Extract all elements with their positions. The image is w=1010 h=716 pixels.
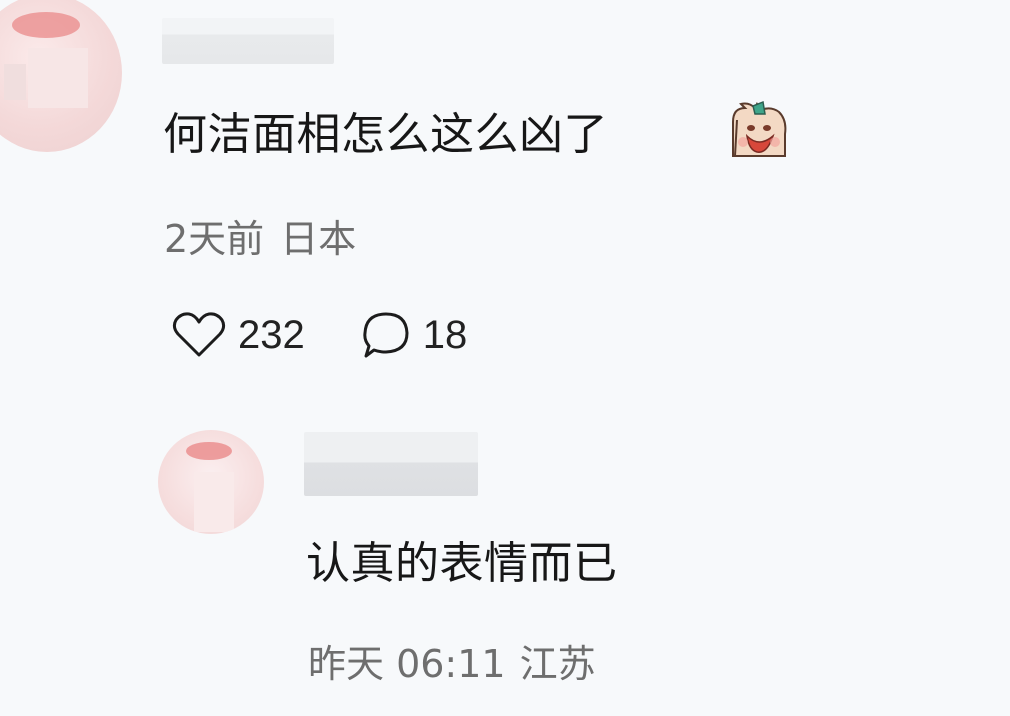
avatar-redaction: [12, 12, 80, 38]
avatar-redaction: [194, 472, 234, 532]
like-count: 232: [238, 313, 305, 357]
comment-location: 日本: [280, 217, 357, 261]
reply-count: 18: [422, 313, 468, 357]
reply-meta: 昨天 06:11 江苏: [308, 640, 596, 688]
avatar-redaction: [28, 48, 88, 108]
reply-button[interactable]: 18: [361, 311, 468, 359]
avatar-redaction: [186, 442, 232, 460]
reply-username-redacted[interactable]: [304, 432, 478, 496]
heart-icon: [172, 312, 226, 357]
reply-location: 江苏: [519, 642, 596, 686]
reply-text: 认真的表情而已: [306, 538, 618, 589]
cartoon-sticker-icon: [727, 100, 789, 160]
comment-meta: 2天前 日本: [164, 215, 356, 263]
comment-time: 2天前: [164, 217, 265, 261]
avatar-redaction: [4, 64, 26, 100]
avatar[interactable]: [0, 0, 122, 152]
comment-bubble-icon: [363, 312, 409, 358]
username-redacted[interactable]: [162, 18, 334, 64]
comment-text: 何洁面相怎么这么凶了: [163, 109, 608, 160]
reply-avatar[interactable]: [158, 430, 264, 534]
like-button[interactable]: 232: [172, 311, 305, 359]
comment-actions: 232 18: [172, 308, 467, 362]
reply-time: 昨天 06:11: [308, 642, 506, 686]
